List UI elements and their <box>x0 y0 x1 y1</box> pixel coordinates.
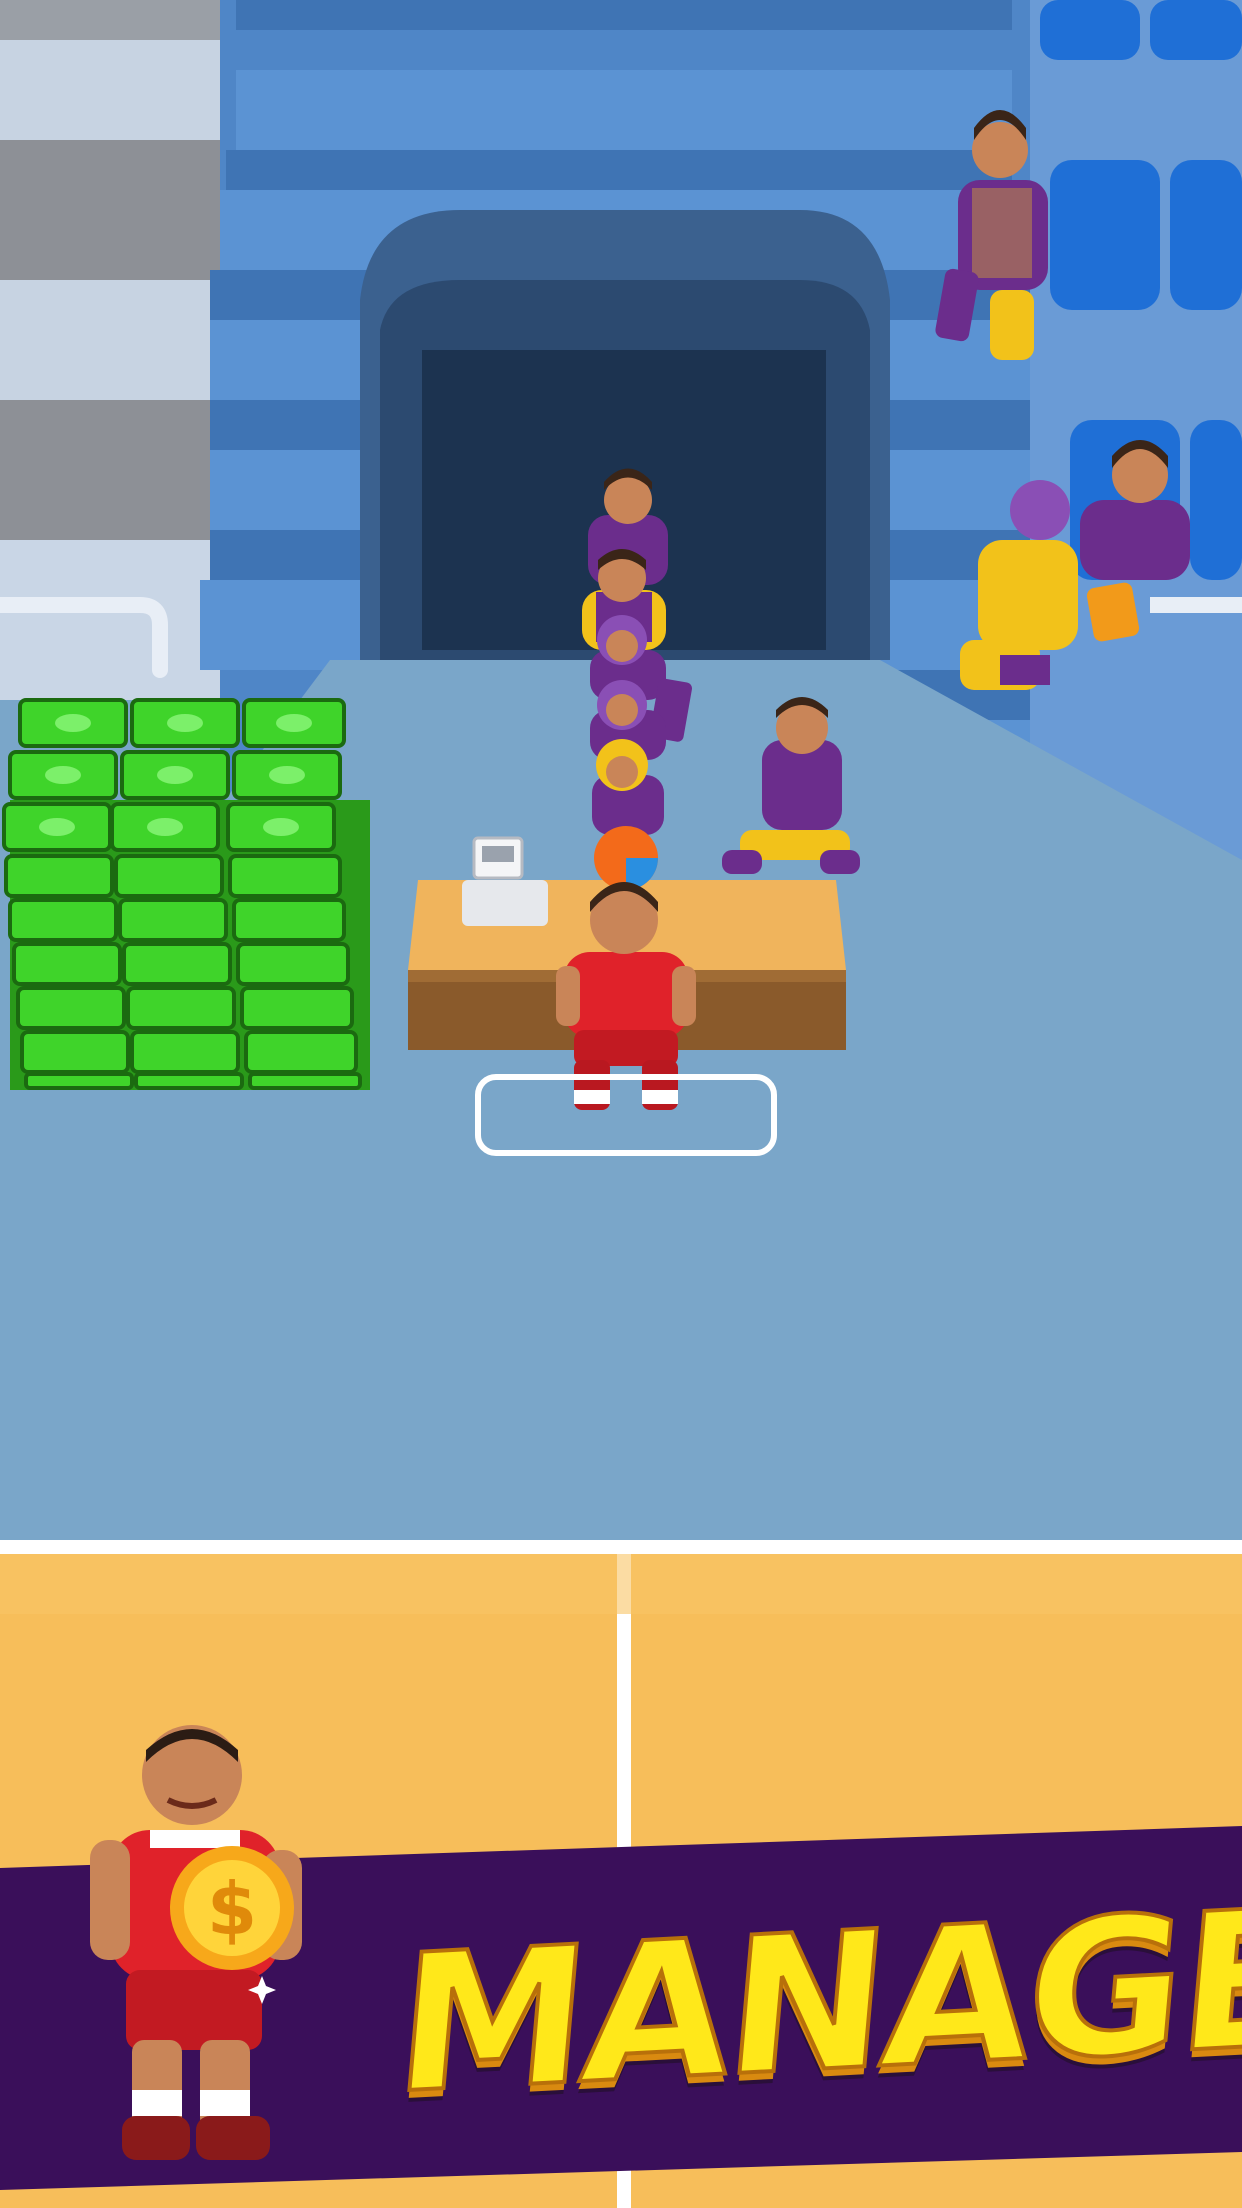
cash-stacks <box>2 698 370 1090</box>
dollar-coin-icon: $ <box>170 1846 294 1970</box>
arena-view: $ <box>0 0 1242 2208</box>
banner-title: MANAGE <box>386 1866 1242 2138</box>
svg-text:$: $ <box>207 1867 257 1951</box>
pie-progress-icon <box>594 826 658 890</box>
foam-hand <box>1086 582 1140 642</box>
game-scene[interactable]: $ MANAGE <box>0 0 1242 2208</box>
